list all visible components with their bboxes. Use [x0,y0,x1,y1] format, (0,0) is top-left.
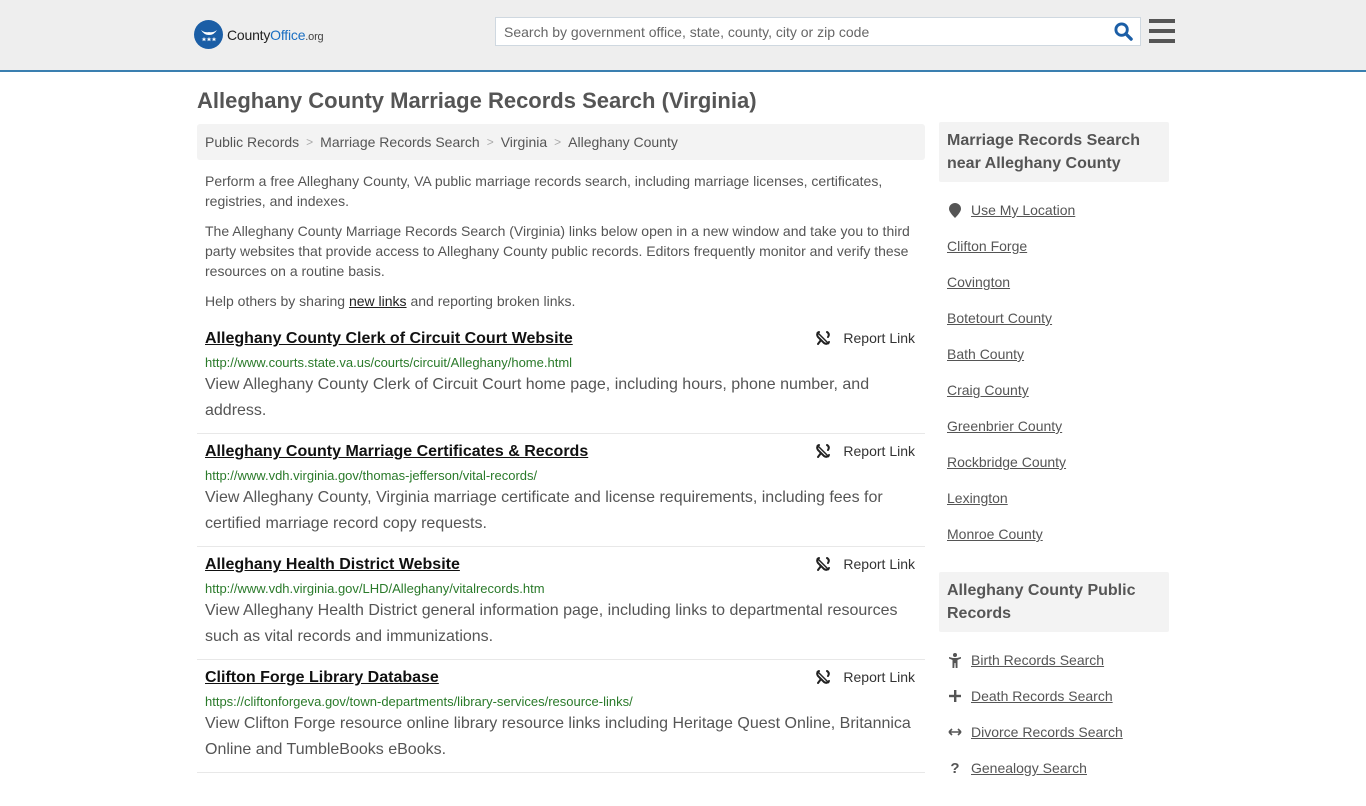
report-link-button[interactable]: Report Link [815,443,915,459]
search-button[interactable] [1106,18,1140,45]
result-description: View Alleghany County, Virginia marriage… [205,489,883,532]
nearby-link-covington[interactable]: Covington [947,274,1010,290]
eagle-stars-icon [194,20,223,49]
nearby-item: Lexington [947,480,1161,516]
breadcrumb: Public Records > Marriage Records Search… [197,124,925,160]
intro-text: Perform a free Alleghany County, VA publ… [197,171,925,311]
main-content: Public Records > Marriage Records Search… [197,124,925,773]
nearby-item: Craig County [947,372,1161,408]
site-header: CountyOffice.org [0,0,1366,72]
result-description: View Alleghany County Clerk of Circuit C… [205,376,870,419]
intro-paragraph: The Alleghany County Marriage Records Se… [205,223,910,279]
sidebar: Marriage Records Search near Alleghany C… [939,122,1169,806]
report-link-button[interactable]: Report Link [815,330,915,346]
nearby-list: Use My Location Clifton Forge Covington … [939,182,1169,572]
cross-icon [947,690,963,702]
nearby-link-bath-county[interactable]: Bath County [947,346,1024,362]
use-my-location-link[interactable]: Use My Location [971,202,1075,218]
result-item: Alleghany County Marriage Certificates &… [197,434,925,547]
map-pin-icon [947,202,963,218]
nearby-item: Greenbrier County [947,408,1161,444]
nearby-link-monroe-county[interactable]: Monroe County [947,526,1043,542]
result-item: Clifton Forge Library Database Report Li… [197,660,925,773]
broken-link-icon [816,557,831,571]
nearby-link-clifton-forge[interactable]: Clifton Forge [947,238,1027,254]
search-icon [1113,22,1133,41]
breadcrumb-virginia[interactable]: Virginia [501,134,547,150]
nearby-link-botetourt-county[interactable]: Botetourt County [947,310,1052,326]
breadcrumb-marriage-records[interactable]: Marriage Records Search [320,134,480,150]
genealogy-search-link[interactable]: Genealogy Search [971,760,1087,776]
birth-records-link[interactable]: Birth Records Search [971,652,1104,668]
breadcrumb-public-records[interactable]: Public Records [205,134,299,150]
arrows-horizontal-icon [947,727,963,737]
intro-paragraph: Perform a free Alleghany County, VA publ… [205,173,883,209]
nearby-item: Monroe County [947,516,1161,552]
result-url: http://www.courts.state.va.us/courts/cir… [205,355,573,370]
divorce-records-link[interactable]: Divorce Records Search [971,724,1123,740]
result-url: http://www.vdh.virginia.gov/LHD/Alleghan… [205,581,545,596]
breadcrumb-separator: > [306,135,314,149]
report-link-button[interactable]: Report Link [815,669,915,685]
nearby-link-rockbridge-county[interactable]: Rockbridge County [947,454,1066,470]
nearby-item: Covington [947,264,1161,300]
result-title-link[interactable]: Alleghany County Marriage Certificates &… [205,442,588,462]
nearby-link-greenbrier-county[interactable]: Greenbrier County [947,418,1062,434]
result-item: Alleghany Health District Website Report… [197,547,925,660]
broken-link-icon [816,670,831,684]
results-list: Alleghany County Clerk of Circuit Court … [197,321,925,773]
nearby-item: Botetourt County [947,300,1161,336]
breadcrumb-separator: > [486,135,494,149]
use-my-location-item: Use My Location [947,192,1161,228]
result-title-link[interactable]: Alleghany Health District Website [205,555,460,575]
public-record-item: Divorce Records Search [947,714,1161,750]
result-url: https://cliftonforgeva.gov/town-departme… [205,694,633,709]
breadcrumb-separator: > [554,135,562,149]
broken-link-icon [816,331,831,345]
nearby-heading: Marriage Records Search near Alleghany C… [939,122,1169,182]
public-records-list: Birth Records Search Death Records Searc… [939,632,1169,806]
nearby-item: Clifton Forge [947,228,1161,264]
public-record-item: ? Genealogy Search [947,750,1161,786]
question-icon: ? [950,759,960,777]
public-record-item: Birth Records Search [947,642,1161,678]
result-title-link[interactable]: Alleghany County Clerk of Circuit Court … [205,329,573,349]
site-logo[interactable]: CountyOffice.org [194,20,324,49]
result-description: View Clifton Forge resource online libra… [205,715,911,758]
nearby-item: Rockbridge County [947,444,1161,480]
result-description: View Alleghany Health District general i… [205,602,898,645]
result-url: http://www.vdh.virginia.gov/thomas-jeffe… [205,468,538,483]
result-item: Alleghany County Clerk of Circuit Court … [197,321,925,434]
search-input[interactable] [496,18,1106,45]
public-records-heading: Alleghany County Public Records [939,572,1169,632]
page-title: Alleghany County Marriage Records Search… [197,88,757,113]
report-link-button[interactable]: Report Link [815,556,915,572]
nearby-item: Bath County [947,336,1161,372]
result-title-link[interactable]: Clifton Forge Library Database [205,668,439,688]
breadcrumb-alleghany-county[interactable]: Alleghany County [568,134,678,150]
broken-link-icon [816,444,831,458]
nearby-link-craig-county[interactable]: Craig County [947,382,1029,398]
search-bar [495,17,1141,46]
new-links-link[interactable]: new links [349,293,407,309]
public-record-item: Death Records Search [947,678,1161,714]
nearby-link-lexington[interactable]: Lexington [947,490,1008,506]
death-records-link[interactable]: Death Records Search [971,688,1113,704]
share-links-note: Help others by sharing new links and rep… [205,293,576,309]
child-icon [947,652,963,668]
logo-text: CountyOffice.org [227,26,324,43]
hamburger-menu-icon[interactable] [1149,19,1175,43]
